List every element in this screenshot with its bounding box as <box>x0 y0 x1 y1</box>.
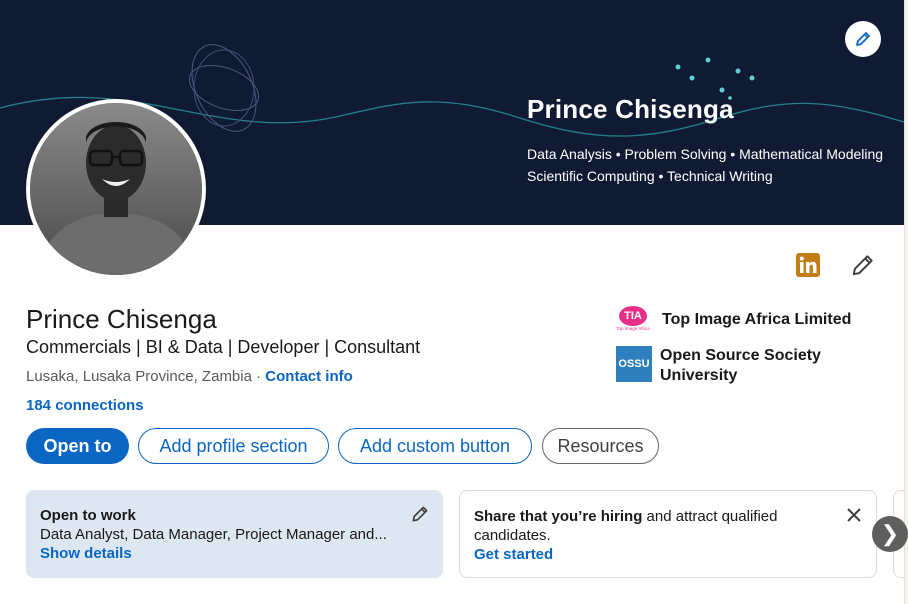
org-name: Open Source Society University <box>660 347 821 384</box>
tia-logo: TIA Top Image Africa <box>616 306 650 334</box>
linkedin-link[interactable] <box>795 252 821 283</box>
org-name: Top Image Africa Limited <box>662 311 852 328</box>
chevron-right-icon: ❯ <box>880 521 900 546</box>
close-icon[interactable] <box>846 507 862 523</box>
banner-tagline-2: Scientific Computing • Technical Writing <box>527 168 773 184</box>
open-to-work-card[interactable]: Open to work Data Analyst, Data Manager,… <box>26 490 443 578</box>
get-started-link[interactable]: Get started <box>474 546 553 563</box>
edit-banner-button[interactable] <box>845 21 881 57</box>
banner-name: Prince Chisenga <box>527 94 734 124</box>
hiring-card: Share that you’re hiring and attract qua… <box>459 490 877 578</box>
contact-info-link[interactable]: Contact info <box>265 368 353 385</box>
show-details-link[interactable]: Show details <box>40 545 132 562</box>
pencil-icon <box>852 255 873 276</box>
location-line: Lusaka, Lusaka Province, Zambia · Contac… <box>26 368 353 385</box>
ossu-logo: OSSU <box>616 346 652 382</box>
banner-tagline-1: Data Analysis • Problem Solving • Mathem… <box>527 146 884 162</box>
profile-headline: Commercials | BI & Data | Developer | Co… <box>26 337 421 357</box>
profile-photo <box>30 103 202 275</box>
resources-button[interactable]: Resources <box>542 428 659 464</box>
next-arrow-button[interactable]: ❯ <box>872 516 908 552</box>
org-top-image-africa[interactable]: TIA Top Image Africa Top Image Africa Li… <box>616 306 851 334</box>
pencil-icon[interactable] <box>410 504 430 524</box>
add-profile-section-button[interactable]: Add profile section <box>138 428 329 464</box>
hiring-text: Share that you’re hiring and attract qua… <box>474 508 778 525</box>
hiring-text-line2: candidates. <box>474 527 551 544</box>
open-to-button[interactable]: Open to <box>26 428 129 464</box>
profile-card: Prince Chisenga Data Analysis • Problem … <box>0 0 905 604</box>
linkedin-icon <box>796 253 820 277</box>
avatar[interactable] <box>26 99 206 279</box>
org-ossu[interactable]: OSSU Open Source Society University <box>616 346 821 386</box>
open-to-work-title: Open to work <box>40 507 136 524</box>
connections-link[interactable]: 184 connections <box>26 397 144 414</box>
open-to-work-roles: Data Analyst, Data Manager, Project Mana… <box>40 526 387 543</box>
edit-intro-button[interactable] <box>850 252 876 283</box>
separator: · <box>251 368 266 385</box>
profile-name: Prince Chisenga <box>26 304 217 334</box>
add-custom-button[interactable]: Add custom button <box>338 428 532 464</box>
pencil-icon <box>856 32 870 46</box>
location-text: Lusaka, Lusaka Province, Zambia <box>26 368 252 385</box>
